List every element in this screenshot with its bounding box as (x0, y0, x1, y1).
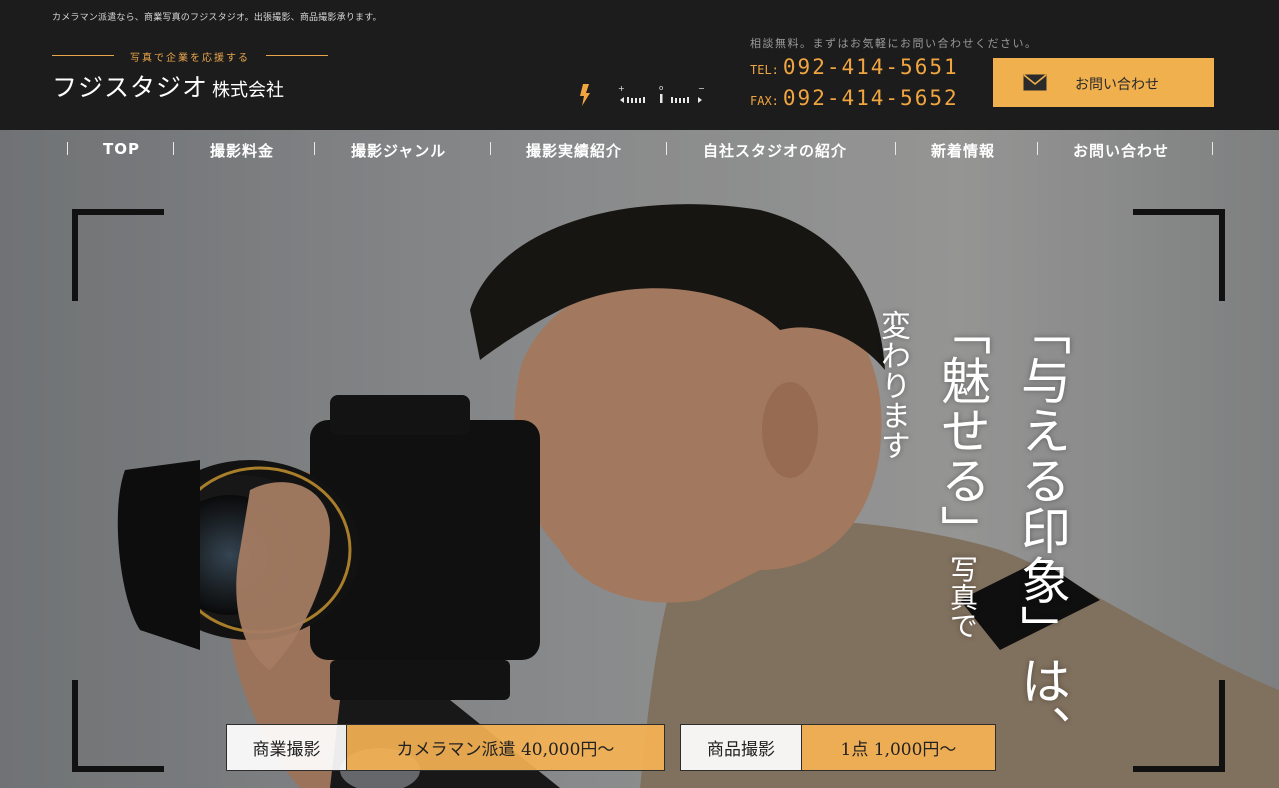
camera-meter-decoration: + o − (580, 84, 705, 106)
nav-item-news[interactable]: 新着情報 (931, 140, 995, 161)
main-nav: TOP 撮影料金 撮影ジャンル 撮影実績紹介 自社スタジオの紹介 新着情報 お問… (0, 130, 1279, 170)
nav-separator (67, 142, 68, 155)
tel-number[interactable]: 092-414-5651 (783, 55, 959, 79)
exposure-meter-icon: + o − (618, 84, 705, 103)
nav-item-pricing[interactable]: 撮影料金 (210, 140, 274, 161)
tel-label: TEL: (750, 63, 779, 77)
nav-separator (490, 142, 491, 155)
hero-copy-line2: 「魅せる」写真で (933, 305, 991, 639)
tel-line[interactable]: TEL: 092-414-5651 (750, 55, 959, 79)
nav-item-portfolio[interactable]: 撮影実績紹介 (526, 140, 622, 161)
price-box-product[interactable]: 商品撮影 1点 1,000円〜 (680, 724, 996, 771)
nav-item-genres[interactable]: 撮影ジャンル (351, 140, 446, 161)
fax-label: FAX: (750, 94, 779, 108)
fax-line: FAX: 092-414-5652 (750, 86, 959, 110)
contact-button-label: お問い合わせ (1075, 77, 1159, 93)
nav-separator (1212, 142, 1213, 155)
frame-corner-top-left (72, 209, 164, 301)
logo-name: フジスタジオ (52, 73, 209, 102)
nav-item-top[interactable]: TOP (103, 140, 140, 158)
nav-separator (666, 142, 667, 155)
hero-copy-line2-main: 「魅せる」 (933, 305, 991, 555)
price-value: カメラマン派遣 40,000円〜 (346, 725, 664, 770)
frame-corner-bottom-right (1133, 680, 1225, 772)
price-category: 商品撮影 (681, 725, 801, 770)
fax-number: 092-414-5652 (782, 86, 959, 110)
nav-item-contact[interactable]: お問い合わせ (1073, 140, 1169, 161)
nav-separator (314, 142, 315, 155)
envelope-icon (1023, 74, 1047, 91)
frame-corner-top-right (1133, 209, 1225, 301)
consult-text: 相談無料。まずはお気軽にお問い合わせください。 (750, 37, 1038, 50)
nav-separator (895, 142, 896, 155)
logo-line-right (266, 55, 328, 56)
header-tagline: カメラマン派遣なら、商業写真のフジスタジオ。出張撮影、商品撮影承ります。 (52, 13, 382, 23)
nav-separator (173, 142, 174, 155)
nav-item-studio[interactable]: 自社スタジオの紹介 (703, 140, 847, 161)
site-header: カメラマン派遣なら、商業写真のフジスタジオ。出張撮影、商品撮影承ります。 写真で… (0, 0, 1279, 130)
frame-corner-bottom-left (72, 680, 164, 772)
hero-copy-line2-tail: 写真で (946, 555, 979, 639)
logo-suffix: 株式会社 (212, 80, 285, 101)
site-logo[interactable]: フジスタジオ 株式会社 (52, 68, 284, 104)
price-box-commercial[interactable]: 商業撮影 カメラマン派遣 40,000円〜 (226, 724, 665, 771)
hero-copy-line1: 「与える印象」は、 (1013, 305, 1071, 755)
contact-button[interactable]: お問い合わせ (993, 58, 1214, 107)
lightning-icon (580, 84, 590, 106)
hero-copy-line3: 変わります (875, 310, 910, 460)
svg-text:o: o (659, 84, 663, 92)
nav-separator (1037, 142, 1038, 155)
svg-text:−: − (698, 84, 705, 93)
photographer-hero-image (0, 130, 1279, 788)
price-value: 1点 1,000円〜 (801, 725, 995, 770)
price-category: 商業撮影 (227, 725, 346, 770)
hero-section (0, 130, 1279, 788)
svg-text:+: + (618, 84, 625, 93)
logo-subtitle-text: 写真で企業を応援する (130, 53, 250, 64)
logo-subtitle: 写真で企業を応援する (52, 49, 328, 64)
